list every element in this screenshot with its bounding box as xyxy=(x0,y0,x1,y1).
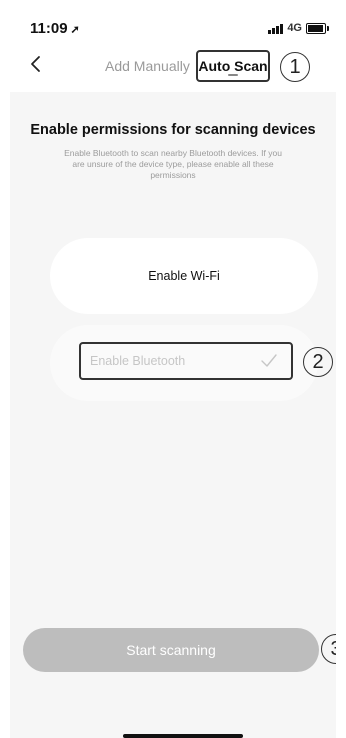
location-arrow-icon: ➚ xyxy=(70,24,80,36)
enable-bluetooth-label: Enable Bluetooth xyxy=(90,354,186,368)
signal-icon xyxy=(268,23,284,34)
chevron-left-icon[interactable] xyxy=(24,52,48,76)
status-icons: 4G xyxy=(268,22,329,34)
status-time: 11:09 ➚ xyxy=(30,20,80,37)
enable-wifi-button[interactable]: Enable Wi-Fi xyxy=(50,238,318,314)
app-screen: 11:09 ➚ 4G Add Manually Auto Scan 1 Enabl… xyxy=(10,0,336,738)
bluetooth-card: Enable Bluetooth xyxy=(50,325,318,401)
callout-marker-2: 2 xyxy=(303,347,333,377)
tab-auto-scan-label: Auto Scan xyxy=(198,58,268,74)
tab-add-manually[interactable]: Add Manually xyxy=(105,58,190,74)
start-scanning-button[interactable]: Start scanning xyxy=(23,628,319,672)
callout-marker-1: 1 xyxy=(280,52,310,82)
active-tab-indicator xyxy=(228,74,238,76)
page-title: Enable permissions for scanning devices xyxy=(30,122,316,138)
battery-icon xyxy=(306,22,329,34)
tab-auto-scan[interactable]: Auto Scan xyxy=(196,50,270,82)
home-indicator[interactable] xyxy=(123,734,243,738)
clock-text: 11:09 xyxy=(30,20,68,37)
checkmark-icon xyxy=(261,354,277,367)
start-scanning-label: Start scanning xyxy=(126,642,216,658)
callout-marker-3: 3 xyxy=(321,634,336,664)
network-type: 4G xyxy=(287,22,302,34)
top-bar: 11:09 ➚ 4G Add Manually Auto Scan 1 xyxy=(10,0,336,92)
page-description: Enable Bluetooth to scan nearby Bluetoot… xyxy=(64,148,282,180)
enable-bluetooth-button[interactable]: Enable Bluetooth xyxy=(79,342,293,380)
enable-wifi-label: Enable Wi-Fi xyxy=(148,269,220,283)
